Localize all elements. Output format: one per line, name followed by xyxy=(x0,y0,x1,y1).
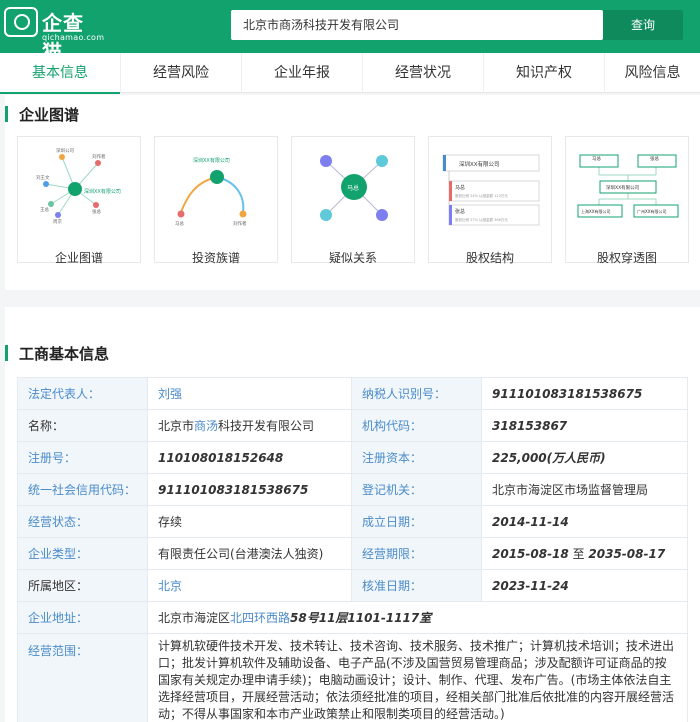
label-address: 企业地址： xyxy=(17,601,148,634)
taxpayer-id-value: 911101083181538675 xyxy=(481,377,688,410)
reg-capital-value: 225,000(万人民币) xyxy=(481,441,688,474)
site-logo[interactable]: 企查猫 qichamao.com xyxy=(4,5,105,64)
table-row: 统一社会信用代码： 911101083181538675 登记机关： 北京市海淀… xyxy=(17,473,688,506)
svg-text:王总: 王总 xyxy=(40,206,49,213)
label-term: 经营期限： xyxy=(351,537,482,570)
svg-text:马总: 马总 xyxy=(175,220,184,227)
enterprise-graph-center-label: 深圳XX有限公司 xyxy=(84,188,121,195)
address-value: 北京市海淀区北四环西路58号11层1101-1117室 xyxy=(147,601,688,634)
card-suspected-relation[interactable]: 马总 xyxy=(291,136,415,263)
company-type-value: 有限责任公司(台港澳法人独资) xyxy=(147,537,352,570)
term-value: 2015-08-18 至 2035-08-17 xyxy=(481,537,688,570)
penetration-center: 深圳XX有限公司 xyxy=(606,184,639,191)
reg-authority-value: 北京市海淀区市场监督管理局 xyxy=(481,473,688,506)
card-label-suspected-relation[interactable]: 疑似关系 xyxy=(291,249,415,266)
label-reg-capital: 注册资本： xyxy=(351,441,482,474)
label-reg-no: 注册号： xyxy=(17,441,148,474)
section-title-graph: 企业图谱 xyxy=(19,106,80,124)
suspected-relation-center-label: 马总 xyxy=(347,184,359,192)
brand-link[interactable]: 商汤 xyxy=(194,419,218,433)
card-investment-graph[interactable]: 深圳XX有限公司 马总 刘作者 xyxy=(154,136,278,263)
penetration-sub1: 上海XX有限公司 xyxy=(581,208,610,214)
table-row: 注册号： 110108018152648 注册资本： 225,000(万人民币) xyxy=(17,441,688,474)
card-equity-penetration[interactable]: 马总 张总 深圳XX有限公司 上海XX有限公司 广州XX有限公司 xyxy=(565,136,689,263)
enterprise-graph-thumbnail: 深圳公司 刘作者 刘王文 王总 周京 张总 深圳XX有限公司 xyxy=(36,147,121,225)
region-link[interactable]: 北京 xyxy=(158,579,182,593)
business-info-table: 法定代表人： 刘强 纳税人识别号： 911101083181538675 名称：… xyxy=(17,377,688,722)
card-label-enterprise-graph[interactable]: 企业图谱 xyxy=(17,249,141,266)
label-company-type: 企业类型： xyxy=(17,537,148,570)
search-input[interactable] xyxy=(231,10,603,40)
penetration-sub2: 广州XX有限公司 xyxy=(637,208,666,214)
table-row: 名称： 北京市商汤科技开发有限公司 机构代码： 318153867 xyxy=(17,409,688,442)
suspected-relation-thumbnail: 马总 xyxy=(320,155,388,221)
table-row: 所属地区： 北京 核准日期： 2023-11-24 xyxy=(17,569,688,602)
tab-operation-status[interactable]: 经营状况 xyxy=(363,53,484,93)
search-button[interactable]: 查询 xyxy=(603,10,683,40)
tab-business-risk[interactable]: 经营风险 xyxy=(121,53,242,93)
label-org-code: 机构代码： xyxy=(351,409,482,442)
card-label-equity-penetration[interactable]: 股权穿透图 xyxy=(565,249,689,266)
legal-rep-link[interactable]: 刘强 xyxy=(158,387,182,401)
approval-date-value: 2023-11-24 xyxy=(481,569,688,602)
investment-graph-thumbnail: 深圳XX有限公司 马总 刘作者 xyxy=(175,157,247,227)
graph-panel: 企业图谱 深圳公司 刘作者 刘王文 王总 周京 张总 深圳XX有限公司 深圳XX… xyxy=(5,95,700,290)
tab-risk-info[interactable]: 风险信息 xyxy=(605,53,700,93)
svg-text:张总: 张总 xyxy=(92,208,101,215)
table-row: 经营状态： 存续 成立日期： 2014-11-14 xyxy=(17,505,688,538)
equity-structure-thumbnail: 深圳XX有限公司 马总 股权比例 24% 认缴金额 123万元 张总 股权比例 … xyxy=(442,154,540,226)
label-name: 名称： xyxy=(17,409,148,442)
svg-text:深圳公司: 深圳公司 xyxy=(56,147,74,154)
top-header: 企查猫 qichamao.com 查询 xyxy=(0,0,700,64)
table-row: 法定代表人： 刘强 纳税人识别号： 911101083181538675 xyxy=(17,377,688,410)
label-taxpayer-id: 纳税人识别号： xyxy=(351,377,482,410)
section-accent xyxy=(5,345,8,361)
company-name-value: 北京市商汤科技开发有限公司 xyxy=(147,409,352,442)
label-approval-date: 核准日期： xyxy=(351,569,482,602)
svg-text:股权比例 27% 认缴金额 366万元: 股权比例 27% 认缴金额 366万元 xyxy=(455,217,508,222)
equity-structure-top-label: 深圳XX有限公司 xyxy=(459,160,500,168)
section-accent xyxy=(5,106,8,122)
card-label-equity-structure[interactable]: 股权结构 xyxy=(428,249,552,266)
org-code-value: 318153867 xyxy=(481,409,688,442)
logo-domain: qichamao.com xyxy=(42,33,105,42)
label-credit-code: 统一社会信用代码： xyxy=(17,473,148,506)
label-founded: 成立日期： xyxy=(351,505,482,538)
reg-no-value: 110108018152648 xyxy=(147,441,352,474)
section-title-business-info: 工商基本信息 xyxy=(19,345,110,363)
table-row: 企业地址： 北京市海淀区北四环西路58号11层1101-1117室 xyxy=(17,601,688,634)
table-row: 经营范围： 计算机软硬件技术开发、技术转让、技术咨询、技术服务、技术推广；计算机… xyxy=(17,633,688,722)
business-scope-value: 计算机软硬件技术开发、技术转让、技术咨询、技术服务、技术推广；计算机技术培训；技… xyxy=(147,633,688,722)
founded-value: 2014-11-14 xyxy=(481,505,688,538)
logo-icon xyxy=(4,7,38,37)
label-reg-authority: 登记机关： xyxy=(351,473,482,506)
tab-intellectual-property[interactable]: 知识产权 xyxy=(484,53,605,93)
label-status: 经营状态： xyxy=(17,505,148,538)
svg-text:刘王文: 刘王文 xyxy=(36,174,50,181)
equity-structure-holder1: 马总 xyxy=(455,184,465,191)
status-value: 存续 xyxy=(147,505,352,538)
equity-penetration-thumbnail: 马总 张总 深圳XX有限公司 上海XX有限公司 广州XX有限公司 xyxy=(577,154,679,218)
equity-structure-holder2: 张总 xyxy=(455,208,465,215)
label-region: 所属地区： xyxy=(17,569,148,602)
investment-graph-center-label: 深圳XX有限公司 xyxy=(193,157,230,164)
tab-annual-report[interactable]: 企业年报 xyxy=(242,53,363,93)
credit-code-value: 911101083181538675 xyxy=(147,473,352,506)
penetration-holder2: 张总 xyxy=(650,155,659,162)
card-enterprise-graph[interactable]: 深圳公司 刘作者 刘王文 王总 周京 张总 深圳XX有限公司 xyxy=(17,136,141,263)
card-label-investment-graph[interactable]: 投资族谱 xyxy=(154,249,278,266)
nav-tabs: 基本信息 经营风险 企业年报 经营状况 知识产权 风险信息 xyxy=(0,53,700,94)
business-info-panel: 工商基本信息 法定代表人： 刘强 纳税人识别号： 911101083181538… xyxy=(5,307,700,722)
tab-basic-info[interactable]: 基本信息 xyxy=(0,53,121,94)
svg-text:股权比例 24% 认缴金额 123万元: 股权比例 24% 认缴金额 123万元 xyxy=(455,193,508,198)
penetration-holder1: 马总 xyxy=(592,155,601,162)
card-equity-structure[interactable]: 深圳XX有限公司 马总 股权比例 24% 认缴金额 123万元 张总 股权比例 … xyxy=(428,136,552,263)
label-business-scope: 经营范围： xyxy=(17,633,148,722)
svg-text:周京: 周京 xyxy=(53,218,62,225)
label-legal-rep: 法定代表人： xyxy=(17,377,148,410)
svg-text:刘作者: 刘作者 xyxy=(233,220,247,227)
svg-text:刘作者: 刘作者 xyxy=(92,153,106,160)
road-link[interactable]: 北四环西路 xyxy=(230,611,290,625)
table-row: 企业类型： 有限责任公司(台港澳法人独资) 经营期限： 2015-08-18 至… xyxy=(17,537,688,570)
